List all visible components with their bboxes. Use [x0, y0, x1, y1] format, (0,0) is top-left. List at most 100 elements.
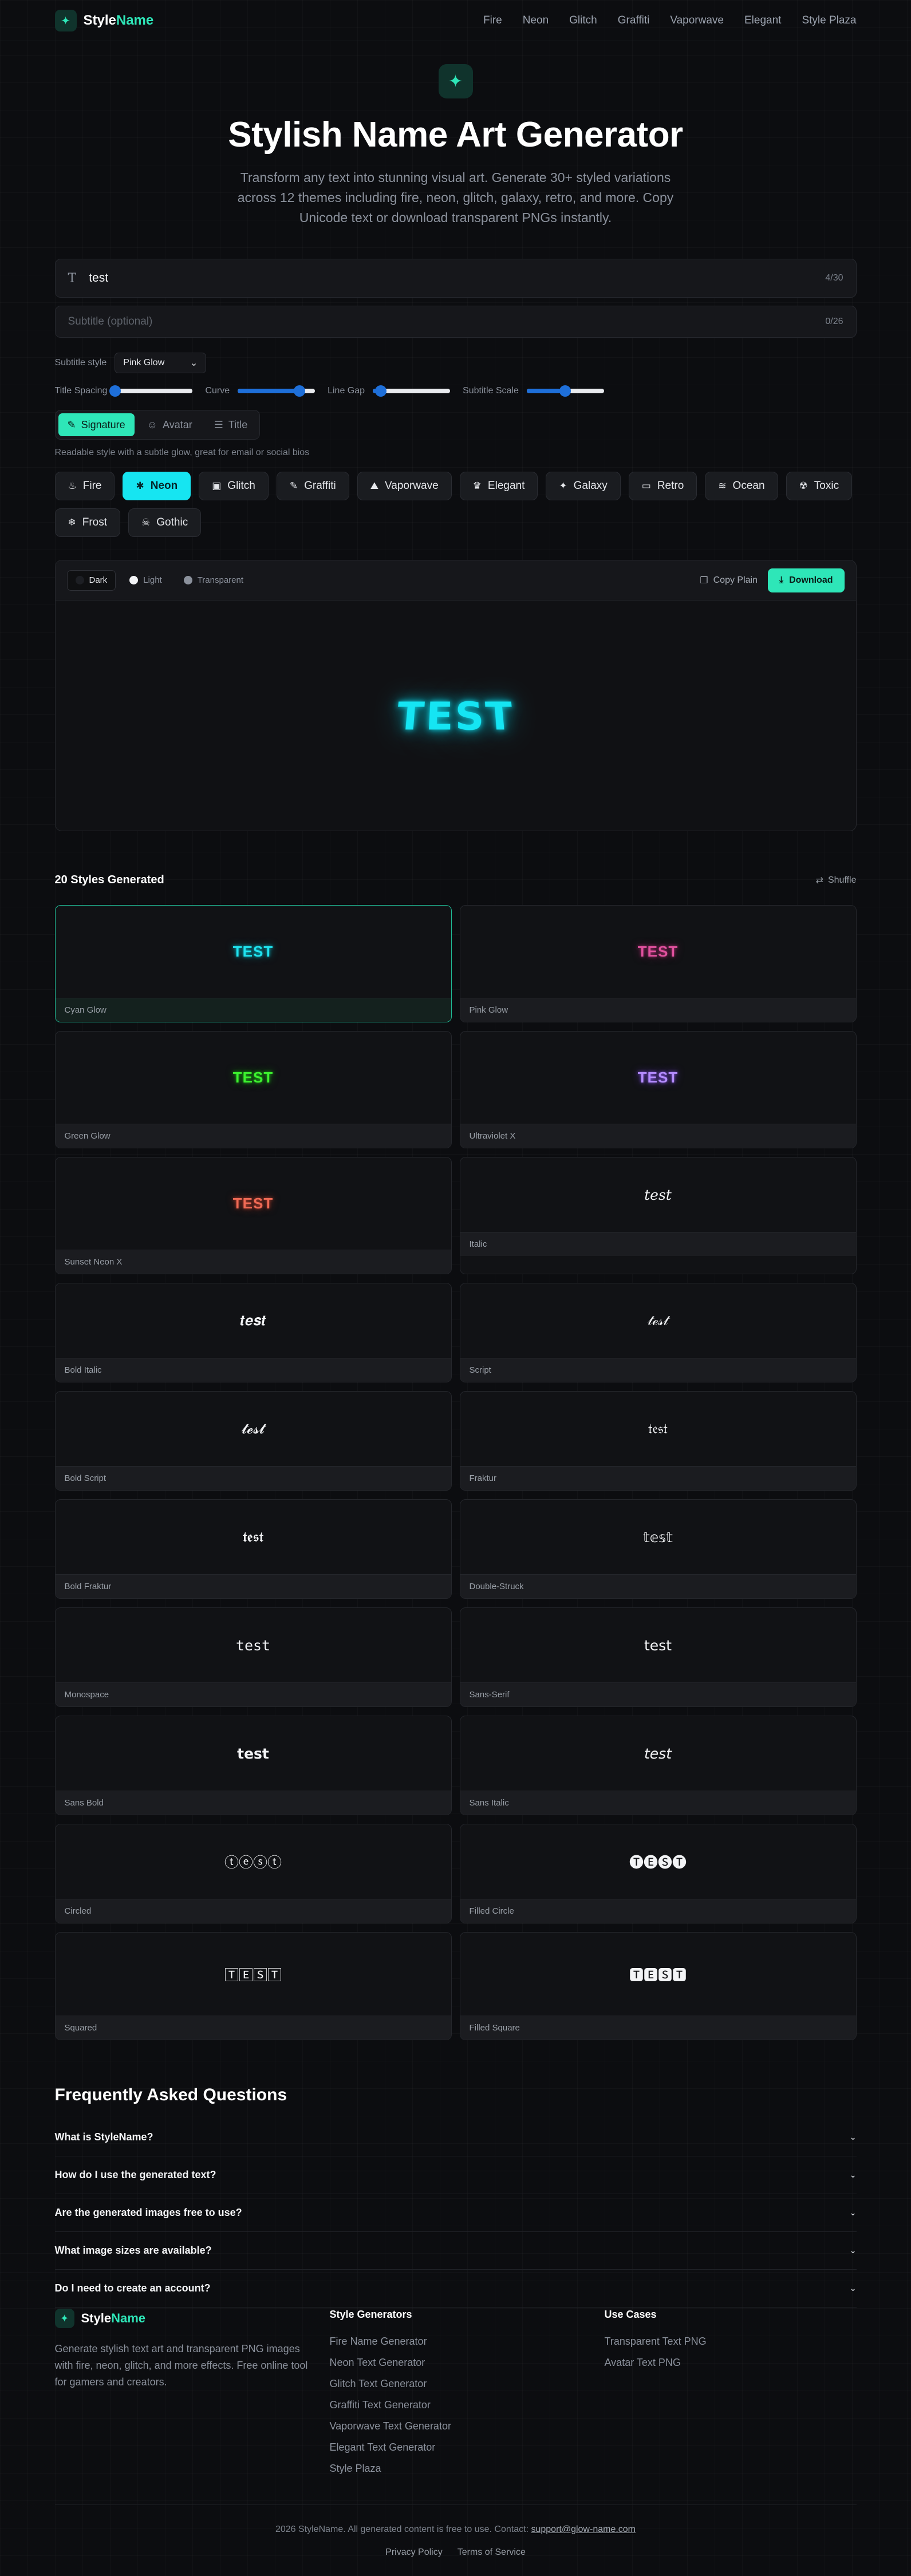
footer-link-elegant-text-generator[interactable]: Elegant Text Generator	[330, 2441, 605, 2453]
title-char-count: 4/30	[825, 273, 843, 283]
slider-label: Title Spacing	[54, 386, 108, 396]
line-gap-slider[interactable]	[373, 385, 451, 397]
footer-legal-links: Privacy Policy Terms of Service	[55, 2547, 857, 2558]
subtitle-style-select[interactable]: Pink Glow ⌄	[115, 353, 207, 373]
faq-item[interactable]: What image sizes are available? ⌄	[54, 2232, 857, 2270]
theme-glitch[interactable]: ▣ Glitch	[199, 472, 269, 500]
style-card-pink-glow[interactable]: TEST Pink Glow	[459, 905, 857, 1022]
toxic-icon: ☢	[799, 480, 808, 491]
footer-link-vaporwave-text-generator[interactable]: Vaporwave Text Generator	[330, 2420, 605, 2432]
style-card-text: TEST	[232, 1069, 274, 1086]
style-card-bold-script[interactable]: 𝓽𝓮𝓼𝓽 Bold Script	[54, 1391, 452, 1491]
slider-handle[interactable]	[109, 385, 121, 397]
style-card-monospace[interactable]: 𝚝𝚎𝚜𝚝 Monospace	[54, 1607, 452, 1707]
faq-item[interactable]: What is StyleName? ⌄	[54, 2119, 857, 2156]
nav-vaporwave[interactable]: Vaporwave	[670, 14, 724, 27]
theme-graffiti[interactable]: ✎ Graffiti	[276, 472, 349, 500]
slider-handle[interactable]	[374, 385, 387, 397]
privacy-policy-link[interactable]: Privacy Policy	[385, 2547, 443, 2558]
download-button[interactable]: ⤓ Download	[767, 568, 845, 592]
style-card-sans-bold[interactable]: 𝘁𝗲𝘀𝘁 Sans Bold	[54, 1716, 452, 1815]
slider-label: Subtitle Scale	[463, 386, 519, 396]
style-card-text: 𝑡𝑒𝑠𝑡	[644, 1186, 672, 1203]
theme-toxic[interactable]: ☢ Toxic	[786, 472, 853, 500]
title-input[interactable]	[89, 271, 813, 285]
subtitle-input[interactable]	[68, 315, 813, 328]
slider-handle[interactable]	[294, 385, 306, 397]
footer-link-glitch-text-generator[interactable]: Glitch Text Generator	[330, 2378, 605, 2390]
style-card-bold-italic[interactable]: 𝒕𝒆𝒔𝒕 Bold Italic	[54, 1283, 452, 1382]
footer-link-avatar-text-png[interactable]: Avatar Text PNG	[605, 2357, 857, 2369]
pen-icon: ✎	[67, 418, 76, 430]
footer-link-style-plaza[interactable]: Style Plaza	[330, 2463, 605, 2475]
theme-neon[interactable]: ✱ Neon	[123, 472, 191, 500]
results-count: 20 Styles Generated	[54, 874, 164, 886]
footer-link-graffiti-text-generator[interactable]: Graffiti Text Generator	[330, 2399, 605, 2411]
footer-link-fire-name-generator[interactable]: Fire Name Generator	[330, 2336, 605, 2348]
theme-vaporwave[interactable]: ⛰ Vaporwave	[357, 472, 452, 500]
footer-link-transparent-text-png[interactable]: Transparent Text PNG	[605, 2336, 857, 2348]
nav-style-plaza[interactable]: Style Plaza	[802, 14, 856, 27]
brand-logo[interactable]: ✦ StyleName	[54, 10, 153, 31]
faq-item[interactable]: How do I use the generated text? ⌄	[54, 2156, 857, 2194]
theme-label: Galaxy	[573, 480, 608, 492]
style-card-italic[interactable]: 𝑡𝑒𝑠𝑡 Italic	[459, 1157, 857, 1274]
theme-elegant[interactable]: ♛ Elegant	[459, 472, 538, 500]
theme-label: Glitch	[227, 480, 255, 492]
nav-glitch[interactable]: Glitch	[569, 14, 597, 27]
faq-item[interactable]: Are the generated images free to use? ⌄	[54, 2194, 857, 2232]
style-card-filled-square[interactable]: 🆃🅴🆂🆃 Filled Square	[459, 1932, 857, 2040]
style-card-bold-fraktur[interactable]: 𝖙𝖊𝖘𝖙 Bold Fraktur	[54, 1499, 452, 1599]
brand-name-accent: Name	[111, 2311, 146, 2325]
theme-label: Fire	[82, 480, 102, 492]
tab-signature[interactable]: ✎ Signature	[58, 413, 135, 436]
terms-of-service-link[interactable]: Terms of Service	[458, 2547, 526, 2558]
theme-gothic[interactable]: ☠ Gothic	[128, 508, 202, 537]
theme-fire[interactable]: ♨ Fire	[54, 472, 115, 500]
footer-logo[interactable]: ✦ StyleName	[54, 2309, 330, 2328]
theme-galaxy[interactable]: ✦ Galaxy	[546, 472, 621, 500]
theme-frost[interactable]: ❄ Frost	[54, 508, 121, 537]
nav-fire[interactable]: Fire	[483, 14, 502, 27]
style-card-sans-serif[interactable]: 𝗍𝖾𝗌𝗍 Sans-Serif	[459, 1607, 857, 1707]
theme-retro[interactable]: ▭ Retro	[628, 472, 697, 500]
style-card-cyan-glow[interactable]: TEST Cyan Glow	[54, 905, 452, 1022]
style-card-sans-italic[interactable]: 𝘵𝘦𝘴𝘵 Sans Italic	[459, 1716, 857, 1815]
results-header: 20 Styles Generated ⇄ Shuffle	[55, 874, 857, 887]
tab-title[interactable]: ☰ Title	[205, 413, 257, 436]
style-card-circled[interactable]: ⓣⓔⓢⓣ Circled	[54, 1824, 452, 1923]
style-card-sunset-neon-x[interactable]: TEST Sunset Neon X	[54, 1157, 452, 1274]
user-icon: ☺	[147, 418, 158, 430]
style-card-green-glow[interactable]: TEST Green Glow	[54, 1031, 452, 1148]
background-light[interactable]: Light	[121, 570, 170, 591]
footer-link-neon-text-generator[interactable]: Neon Text Generator	[330, 2357, 605, 2369]
background-transparent[interactable]: Transparent	[176, 570, 251, 591]
copy-plain-button[interactable]: ❐ Copy Plain	[700, 575, 758, 586]
style-card-label: Green Glow	[55, 1124, 451, 1148]
subtitle-style-row: Subtitle style Pink Glow ⌄	[55, 353, 857, 373]
slider-handle[interactable]	[559, 385, 571, 397]
nav-graffiti[interactable]: Graffiti	[618, 14, 650, 27]
preview-panel: Dark Light Transparent ❐ Copy Plain ⤓ Down…	[54, 560, 857, 831]
style-card-preview: ⓣⓔⓢⓣ	[56, 1824, 451, 1899]
style-card-fraktur[interactable]: 𝔱𝔢𝔰𝔱 Fraktur	[459, 1391, 857, 1491]
subtitle-style-label: Subtitle style	[54, 358, 107, 368]
title-spacing-slider[interactable]	[109, 385, 193, 397]
subtitle-style-value: Pink Glow	[123, 358, 165, 368]
nav-elegant[interactable]: Elegant	[744, 14, 781, 27]
style-card-squared[interactable]: 🅃🄴🅂🅃 Squared	[54, 1932, 452, 2040]
nav-neon[interactable]: Neon	[523, 14, 549, 27]
theme-ocean[interactable]: ≋ Ocean	[705, 472, 778, 500]
shuffle-button[interactable]: ⇄ Shuffle	[816, 875, 857, 886]
style-card-filled-circle[interactable]: 🅣🅔🅢🅣 Filled Circle	[459, 1824, 857, 1923]
curve-slider[interactable]	[238, 385, 316, 397]
background-dark[interactable]: Dark	[66, 570, 116, 591]
contact-email-link[interactable]: support@glow-name.com	[531, 2524, 636, 2534]
tab-avatar[interactable]: ☺ Avatar	[138, 413, 202, 436]
style-card-preview: TEST	[460, 1032, 856, 1124]
subtitle-scale-slider[interactable]	[526, 385, 604, 397]
style-card-label: Double-Struck	[460, 1574, 856, 1598]
style-card-double-struck[interactable]: 𝕥𝕖𝕤𝕥 Double-Struck	[459, 1499, 857, 1599]
style-card-ultraviolet-x[interactable]: TEST Ultraviolet X	[459, 1031, 857, 1148]
style-card-script[interactable]: 𝓉ℯ𝓈𝓉 Script	[459, 1283, 857, 1382]
